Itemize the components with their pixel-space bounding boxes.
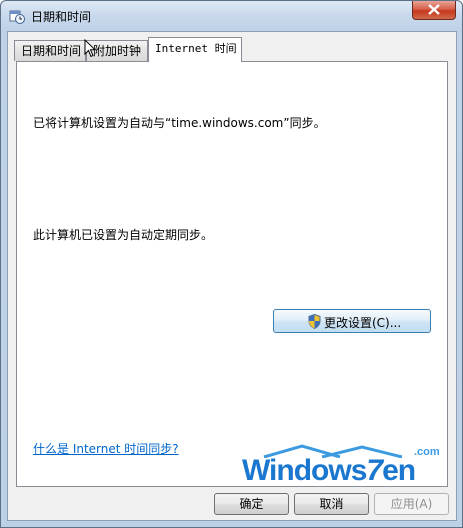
clock-calendar-icon <box>9 8 25 24</box>
internet-time-panel: 已将计算机设置为自动与“time.windows.com”同步。 此计算机已设置… <box>16 61 448 487</box>
watermark-suffix: en <box>382 454 416 487</box>
mouse-pointer-icon <box>84 38 97 61</box>
title-bar[interactable]: 日期和时间 <box>1 1 462 29</box>
sync-schedule-text: 此计算机已设置为自动定期同步。 <box>33 228 214 242</box>
sync-server-text: 已将计算机设置为自动与“time.windows.com”同步。 <box>33 116 326 130</box>
window-title: 日期和时间 <box>31 10 92 24</box>
watermark-domain: .com <box>414 446 440 458</box>
tab-date-and-time[interactable]: 日期和时间 <box>14 40 86 61</box>
close-icon <box>428 4 440 15</box>
close-button[interactable] <box>412 1 456 20</box>
change-settings-label: 更改设置(C)... <box>324 316 402 330</box>
watermark-seven: 7 <box>366 454 383 487</box>
dialog-client-area: 日期和时间 附加时钟 Internet 时间 已将计算机设置为自动与“time.… <box>7 31 457 521</box>
date-time-dialog: 日期和时间 日期和时间 附加时钟 Internet 时间 已将计算机设置为自动与… <box>0 0 463 528</box>
uac-shield-icon <box>308 313 321 332</box>
change-settings-button[interactable]: 更改设置(C)... <box>273 309 431 333</box>
windows7en-watermark-logo: .com Windows7en <box>242 444 452 496</box>
tab-internet-time[interactable]: Internet 时间 <box>148 37 242 62</box>
apply-button[interactable]: 应用(A) <box>374 493 449 515</box>
watermark-word: Windows <box>242 454 367 487</box>
internet-time-help-link[interactable]: 什么是 Internet 时间同步? <box>33 440 179 457</box>
cancel-button[interactable]: 取消 <box>294 493 369 515</box>
ok-button[interactable]: 确定 <box>214 493 289 515</box>
